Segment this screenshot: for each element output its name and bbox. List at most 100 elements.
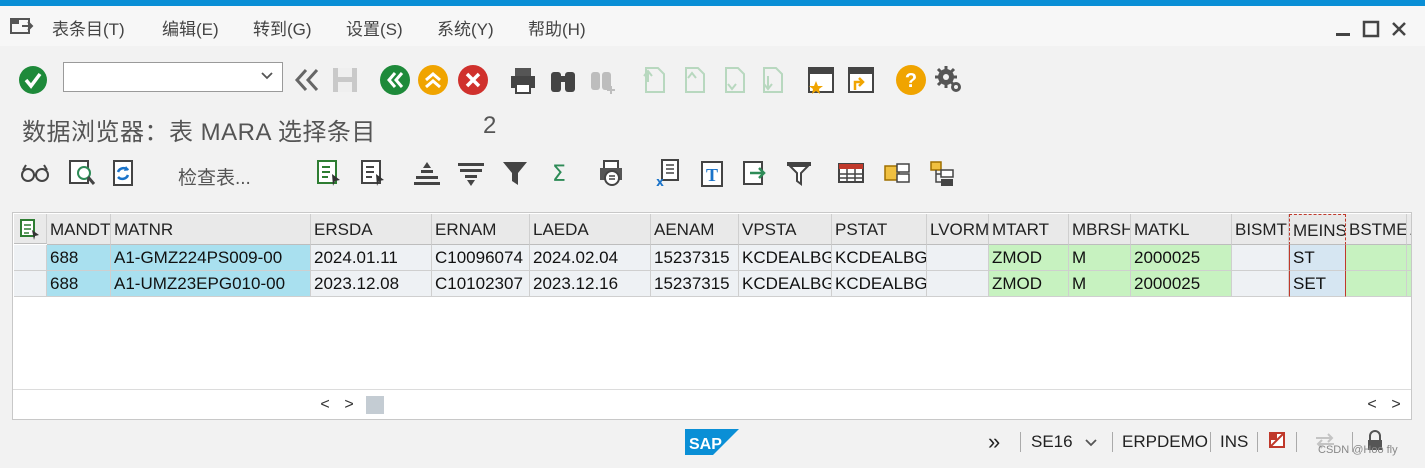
- local-file-icon[interactable]: [738, 156, 772, 190]
- table-cell[interactable]: 688: [47, 271, 111, 297]
- command-field[interactable]: [63, 62, 283, 92]
- enter-check-icon[interactable]: [16, 62, 50, 98]
- table-cell[interactable]: M: [1069, 271, 1131, 297]
- display-icon[interactable]: [18, 156, 52, 190]
- table-cell[interactable]: [1346, 245, 1407, 271]
- col-header-ernam[interactable]: ERNAM: [432, 214, 530, 245]
- table-view-icon[interactable]: [834, 156, 868, 190]
- col-header-pstat[interactable]: PSTAT: [832, 214, 927, 245]
- sum-icon[interactable]: Σ: [542, 156, 576, 190]
- sort-ascending-icon[interactable]: [410, 156, 444, 190]
- word-processing-icon[interactable]: T: [694, 156, 728, 190]
- flag-icon[interactable]: [1268, 431, 1288, 451]
- bookmark-icon[interactable]: [804, 62, 838, 98]
- help-icon[interactable]: ?: [894, 62, 928, 98]
- col-header-vpsta[interactable]: VPSTA: [739, 214, 832, 245]
- col-header-overflow[interactable]: Z: [1407, 214, 1411, 245]
- table-cell[interactable]: 15237315: [651, 271, 739, 297]
- chevron-down-icon[interactable]: [260, 69, 274, 83]
- col-header-matnr[interactable]: MATNR: [111, 214, 311, 245]
- table-cell[interactable]: 2024.02.04: [530, 245, 651, 271]
- column-settings-icon[interactable]: [880, 156, 914, 190]
- menu-help[interactable]: 帮助(H): [528, 15, 586, 40]
- select-all-icon[interactable]: [14, 214, 47, 244]
- table-cell[interactable]: [1407, 271, 1411, 297]
- minimize-icon[interactable]: [1332, 18, 1354, 40]
- col-header-bismt[interactable]: BISMT: [1232, 214, 1289, 245]
- table-cell[interactable]: ST: [1289, 245, 1346, 271]
- maximize-icon[interactable]: [1360, 18, 1382, 40]
- collapse-left-icon[interactable]: [290, 62, 324, 98]
- table-cell[interactable]: 2024.01.11: [311, 245, 432, 271]
- col-header-ersda[interactable]: ERSDA: [311, 214, 432, 245]
- col-header-mandt[interactable]: MANDT: [47, 214, 111, 245]
- next-page-icon[interactable]: [716, 62, 750, 98]
- chevron-down-icon[interactable]: [1084, 436, 1098, 450]
- table-cell[interactable]: [1346, 271, 1407, 297]
- scroll-right-button-right[interactable]: >: [1387, 395, 1405, 415]
- col-header-mbrsh[interactable]: MBRSH: [1069, 214, 1131, 245]
- status-expand-icon[interactable]: »: [988, 429, 1000, 455]
- sort-descending-icon[interactable]: [454, 156, 488, 190]
- table-cell[interactable]: KCDEALBG: [739, 245, 832, 271]
- print-preview-icon[interactable]: [594, 156, 628, 190]
- menu-icon[interactable]: [10, 17, 34, 35]
- table-cell[interactable]: KCDEALBG: [832, 271, 927, 297]
- change-layout-icon[interactable]: [782, 156, 816, 190]
- variants-icon[interactable]: [926, 156, 960, 190]
- select-column-icon[interactable]: [356, 156, 390, 190]
- row-selector[interactable]: [14, 245, 47, 271]
- menu-system[interactable]: 系统(Y): [437, 15, 494, 40]
- col-header-matkl[interactable]: MATKL: [1131, 214, 1232, 245]
- export-spreadsheet-icon[interactable]: x: [650, 156, 684, 190]
- gear-icon[interactable]: [932, 62, 966, 98]
- table-cell[interactable]: 2000025: [1131, 271, 1232, 297]
- menu-table-entry[interactable]: 表条目(T): [52, 15, 125, 40]
- table-cell[interactable]: [1407, 245, 1411, 271]
- exit-up-icon[interactable]: [416, 62, 450, 98]
- details-icon[interactable]: [64, 156, 98, 190]
- previous-page-icon[interactable]: [676, 62, 710, 98]
- table-cell[interactable]: KCDEALBG: [739, 271, 832, 297]
- scroll-right-button[interactable]: >: [340, 395, 358, 415]
- row-selector[interactable]: [14, 271, 47, 297]
- menu-goto[interactable]: 转到(G): [253, 15, 312, 40]
- table-cell[interactable]: C10096074: [432, 245, 530, 271]
- cancel-icon[interactable]: [456, 62, 490, 98]
- print-icon[interactable]: [506, 62, 540, 98]
- table-cell[interactable]: ZMOD: [989, 271, 1069, 297]
- command-input[interactable]: [64, 63, 254, 89]
- table-cell[interactable]: 2023.12.08: [311, 271, 432, 297]
- col-header-mtart[interactable]: MTART: [989, 214, 1069, 245]
- input-mode[interactable]: INS: [1220, 432, 1248, 452]
- refresh-icon[interactable]: [106, 156, 140, 190]
- table-cell[interactable]: 2023.12.16: [530, 271, 651, 297]
- table-cell[interactable]: 2000025: [1131, 245, 1232, 271]
- col-header-lvorm[interactable]: LVORM: [927, 214, 989, 245]
- close-window-icon[interactable]: [1388, 18, 1410, 40]
- table-cell[interactable]: A1-UMZ23EPG010-00: [111, 271, 311, 297]
- filter-icon[interactable]: [498, 156, 532, 190]
- first-page-icon[interactable]: [636, 62, 670, 98]
- table-cell[interactable]: [1232, 245, 1289, 271]
- find-icon[interactable]: [546, 62, 580, 98]
- col-header-meins[interactable]: MEINS: [1289, 214, 1346, 245]
- menu-settings[interactable]: 设置(S): [346, 15, 403, 40]
- horizontal-scroll-thumb[interactable]: [366, 396, 384, 414]
- table-cell[interactable]: [927, 271, 989, 297]
- menu-edit[interactable]: 编辑(E): [162, 15, 219, 40]
- last-page-icon[interactable]: [754, 62, 788, 98]
- transaction-code[interactable]: SE16: [1031, 432, 1073, 452]
- scroll-left-button-right[interactable]: <: [1363, 395, 1381, 415]
- col-header-laeda[interactable]: LAEDA: [530, 214, 651, 245]
- table-cell[interactable]: A1-GMZ224PS009-00: [111, 245, 311, 271]
- save-icon[interactable]: [328, 62, 362, 98]
- table-cell[interactable]: [927, 245, 989, 271]
- table-cell[interactable]: [1232, 271, 1289, 297]
- new-session-icon[interactable]: [844, 62, 878, 98]
- table-cell[interactable]: C10102307: [432, 271, 530, 297]
- table-cell[interactable]: KCDEALBG: [832, 245, 927, 271]
- table-cell[interactable]: 15237315: [651, 245, 739, 271]
- scroll-left-button[interactable]: <: [316, 395, 334, 415]
- col-header-aenam[interactable]: AENAM: [651, 214, 739, 245]
